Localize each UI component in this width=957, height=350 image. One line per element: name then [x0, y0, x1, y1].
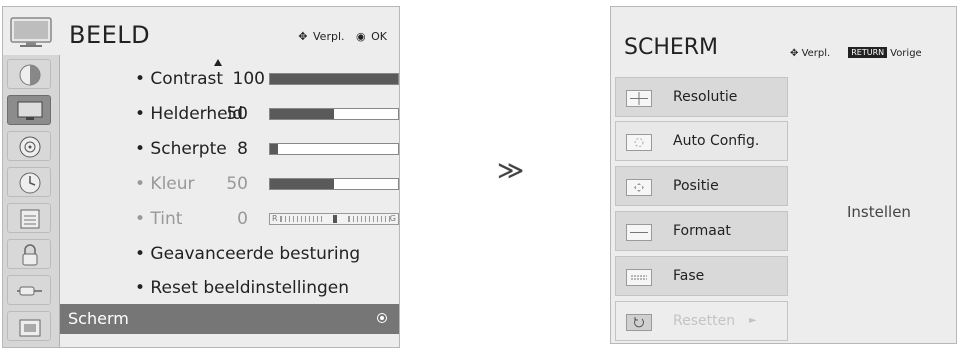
clock-icon[interactable]: [7, 167, 51, 197]
move-hint-label: Verpl.: [801, 48, 831, 59]
color-label: • Kleur: [135, 174, 195, 194]
resolution-icon: [626, 90, 652, 107]
brightness-value: 50: [226, 104, 248, 124]
ok-radio-icon: ◉: [356, 30, 366, 43]
tint-green-label: G: [389, 214, 396, 223]
menu-title: BEELD: [69, 21, 151, 49]
auto-config-item[interactable]: Auto Config.: [615, 121, 788, 161]
picture-icon[interactable]: [7, 59, 51, 89]
color-row: • Kleur 50: [135, 173, 399, 195]
reset-label: Resetten: [673, 313, 736, 329]
size-icon: [626, 224, 652, 241]
sharpness-value: 8: [237, 139, 248, 159]
screen-nav-hint: ✥ Verpl. RETURN Vorige: [790, 47, 922, 59]
auto-config-icon: [626, 134, 652, 151]
screen-icon[interactable]: [7, 95, 51, 125]
contrast-row[interactable]: • Contrast 100: [135, 68, 399, 90]
tint-ticks-right: [348, 216, 390, 222]
nav-hint: ✥ Verpl. ◉ OK: [296, 30, 387, 43]
auto-config-label: Auto Config.: [673, 133, 760, 149]
sharpness-bar[interactable]: [269, 143, 399, 155]
tint-ticks-left: [280, 216, 322, 222]
contrast-label: • Contrast: [135, 69, 224, 89]
tint-label: • Tint: [135, 209, 183, 229]
usb-icon[interactable]: [7, 311, 51, 341]
brightness-bar[interactable]: [269, 108, 399, 120]
tint-slider: R G: [269, 213, 399, 225]
resolution-item[interactable]: Resolutie: [615, 77, 788, 117]
size-item[interactable]: Formaat: [615, 211, 788, 251]
ok-hint-label: OK: [371, 30, 387, 43]
screen-menu: SCHERM ✥ Verpl. RETURN Vorige Resolutie Au…: [610, 6, 957, 344]
screen-menu-title: SCHERM: [624, 35, 719, 60]
color-bar: [269, 178, 399, 190]
contrast-bar[interactable]: [269, 73, 399, 85]
position-label: Positie: [673, 178, 719, 194]
tint-value: 0: [237, 209, 248, 229]
return-hint-label: Vorige: [890, 48, 922, 59]
ok-radio-icon: [377, 313, 387, 323]
audio-icon[interactable]: [7, 131, 51, 161]
options-icon[interactable]: [7, 203, 51, 233]
resolution-label: Resolutie: [673, 89, 738, 105]
move-arrows-icon: ✥: [790, 48, 799, 59]
lock-icon[interactable]: [7, 239, 51, 269]
sidebar: [3, 55, 60, 347]
move-hint-label: Verpl.: [313, 30, 345, 43]
submenu-arrow-icon: ►: [749, 315, 757, 326]
screen-selected-row[interactable]: Scherm: [60, 304, 399, 334]
screen-label: Scherm: [68, 309, 129, 328]
color-value: 50: [226, 174, 248, 194]
scroll-up-arrow-icon[interactable]: [214, 59, 222, 66]
reset-item: Resetten ►: [615, 301, 788, 341]
contrast-value: 100: [232, 69, 265, 89]
position-icon: [626, 179, 652, 196]
picture-menu: BEELD ✥ Verpl. ◉ OK • Contrast 100 • Hel…: [2, 6, 400, 348]
brightness-row[interactable]: • Helderheid 50: [135, 103, 399, 125]
phase-item[interactable]: Fase: [615, 256, 788, 296]
size-label: Formaat: [673, 223, 731, 239]
value-text: Instellen: [847, 203, 911, 221]
next-arrow-icon: ≫: [497, 156, 525, 186]
tv-icon: [10, 17, 52, 47]
tint-red-label: R: [272, 214, 278, 223]
input-icon[interactable]: [7, 275, 51, 305]
reset-label: • Reset beeldinstellingen: [135, 278, 349, 298]
tint-marker: [333, 215, 337, 223]
phase-label: Fase: [673, 268, 705, 284]
reset-icon: [626, 314, 652, 331]
phase-icon: [626, 269, 652, 286]
move-arrows-icon: ✥: [298, 30, 308, 43]
picture-menu-header: BEELD ✥ Verpl. ◉ OK: [3, 7, 399, 57]
return-key-badge: RETURN: [848, 47, 888, 58]
position-item[interactable]: Positie: [615, 166, 788, 206]
tint-row: • Tint 0 R G: [135, 208, 399, 230]
advanced-label: • Geavanceerde besturing: [135, 244, 361, 264]
sharpness-row[interactable]: • Scherpte 8: [135, 138, 399, 160]
